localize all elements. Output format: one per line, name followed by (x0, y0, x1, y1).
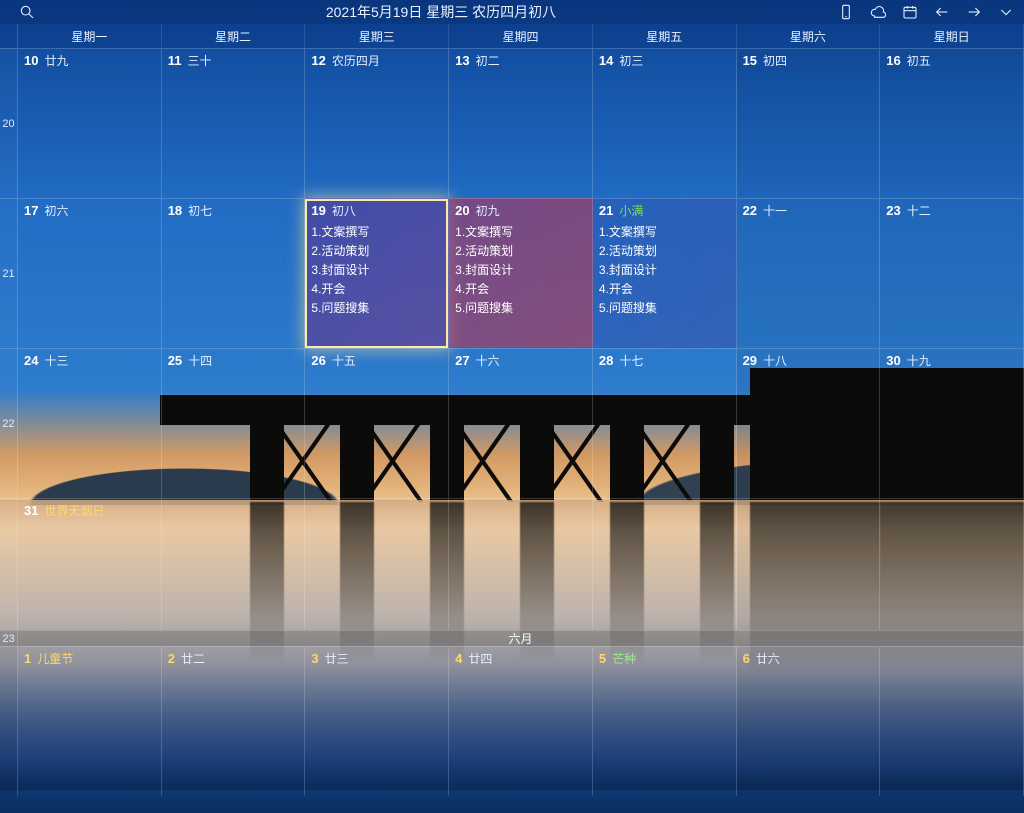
header-date-title: 2021年5月19日 星期三 农历四月初八 (44, 2, 838, 22)
day-cell[interactable]: 16初五 (880, 48, 1024, 198)
next-arrow-icon[interactable] (966, 4, 982, 20)
day-cell[interactable]: 4廿四 (449, 646, 593, 796)
week-number: 21 (0, 198, 18, 348)
day-cell[interactable]: 2廿二 (162, 646, 306, 796)
weekday-header: 星期一 星期二 星期三 星期四 星期五 星期六 星期日 (0, 24, 1024, 48)
day-cell[interactable]: 30十九 (880, 348, 1024, 498)
day-cell[interactable] (449, 498, 593, 630)
day-cell[interactable]: 20初九 1.文案撰写 2.活动策划 3.封面设计 4.开会 5.问题搜集 (449, 198, 593, 348)
phone-icon[interactable] (838, 4, 854, 20)
calendar-grid: 20 10廿九 11三十 12农历四月 13初二 14初三 15初四 16初五 … (0, 48, 1024, 796)
weekday-fri: 星期五 (593, 24, 737, 48)
event-item[interactable]: 4.开会 (599, 280, 730, 299)
day-cell[interactable]: 14初三 (593, 48, 737, 198)
day-cell[interactable]: 15初四 (737, 48, 881, 198)
event-item[interactable]: 3.封面设计 (311, 261, 442, 280)
weekday-sun: 星期日 (880, 24, 1024, 48)
event-item[interactable]: 2.活动策划 (455, 242, 586, 261)
day-cell[interactable]: 5芒种 (593, 646, 737, 796)
day-cell[interactable]: 21小满 1.文案撰写 2.活动策划 3.封面设计 4.开会 5.问题搜集 (593, 198, 737, 348)
event-list: 1.文案撰写 2.活动策划 3.封面设计 4.开会 5.问题搜集 (311, 223, 442, 318)
day-cell[interactable]: 17初六 (18, 198, 162, 348)
day-cell[interactable]: 22十一 (737, 198, 881, 348)
calendar-icon[interactable] (902, 4, 918, 20)
day-cell[interactable]: 23十二 (880, 198, 1024, 348)
day-cell[interactable]: 10廿九 (18, 48, 162, 198)
day-cell[interactable] (880, 498, 1024, 630)
day-cell[interactable]: 3廿三 (305, 646, 449, 796)
day-cell[interactable] (162, 498, 306, 630)
month-label: 六月 (18, 630, 1024, 646)
day-cell[interactable]: 13初二 (449, 48, 593, 198)
day-cell-today[interactable]: 19初八 1.文案撰写 2.活动策划 3.封面设计 4.开会 5.问题搜集 (305, 198, 449, 348)
event-item[interactable]: 1.文案撰写 (599, 223, 730, 242)
weekday-tue: 星期二 (162, 24, 306, 48)
day-cell[interactable]: 18初七 (162, 198, 306, 348)
day-cell[interactable]: 29十八 (737, 348, 881, 498)
search-icon[interactable] (10, 4, 44, 20)
event-item[interactable]: 5.问题搜集 (599, 299, 730, 318)
week-number (0, 646, 18, 796)
weekday-mon: 星期一 (18, 24, 162, 48)
day-cell[interactable]: 6廿六 (737, 646, 881, 796)
event-item[interactable]: 1.文案撰写 (311, 223, 442, 242)
event-item[interactable]: 5.问题搜集 (311, 299, 442, 318)
event-item[interactable]: 2.活动策划 (599, 242, 730, 261)
day-cell[interactable]: 31世界无烟日 (18, 498, 162, 630)
day-cell[interactable]: 25十四 (162, 348, 306, 498)
event-item[interactable]: 3.封面设计 (599, 261, 730, 280)
week-number (0, 498, 18, 630)
day-cell[interactable] (880, 646, 1024, 796)
day-cell[interactable]: 11三十 (162, 48, 306, 198)
cloud-icon[interactable] (870, 4, 886, 20)
day-cell[interactable]: 24十三 (18, 348, 162, 498)
event-list: 1.文案撰写 2.活动策划 3.封面设计 4.开会 5.问题搜集 (455, 223, 586, 318)
prev-arrow-icon[interactable] (934, 4, 950, 20)
expand-icon[interactable] (998, 4, 1014, 20)
event-item[interactable]: 4.开会 (455, 280, 586, 299)
day-cell[interactable]: 27十六 (449, 348, 593, 498)
week-number: 20 (0, 48, 18, 198)
day-cell[interactable]: 12农历四月 (305, 48, 449, 198)
event-item[interactable]: 5.问题搜集 (455, 299, 586, 318)
topbar: 2021年5月19日 星期三 农历四月初八 (0, 0, 1024, 24)
weekday-thu: 星期四 (449, 24, 593, 48)
day-cell[interactable]: 26十五 (305, 348, 449, 498)
event-item[interactable]: 4.开会 (311, 280, 442, 299)
day-cell[interactable] (305, 498, 449, 630)
event-item[interactable]: 3.封面设计 (455, 261, 586, 280)
event-list: 1.文案撰写 2.活动策划 3.封面设计 4.开会 5.问题搜集 (599, 223, 730, 318)
weekday-sat: 星期六 (737, 24, 881, 48)
day-cell[interactable] (593, 498, 737, 630)
day-cell[interactable] (737, 498, 881, 630)
weekday-wed: 星期三 (305, 24, 449, 48)
day-cell[interactable]: 1儿童节 (18, 646, 162, 796)
day-cell[interactable]: 28十七 (593, 348, 737, 498)
week-number: 23 (0, 630, 18, 646)
week-number: 22 (0, 348, 18, 498)
event-item[interactable]: 1.文案撰写 (455, 223, 586, 242)
event-item[interactable]: 2.活动策划 (311, 242, 442, 261)
